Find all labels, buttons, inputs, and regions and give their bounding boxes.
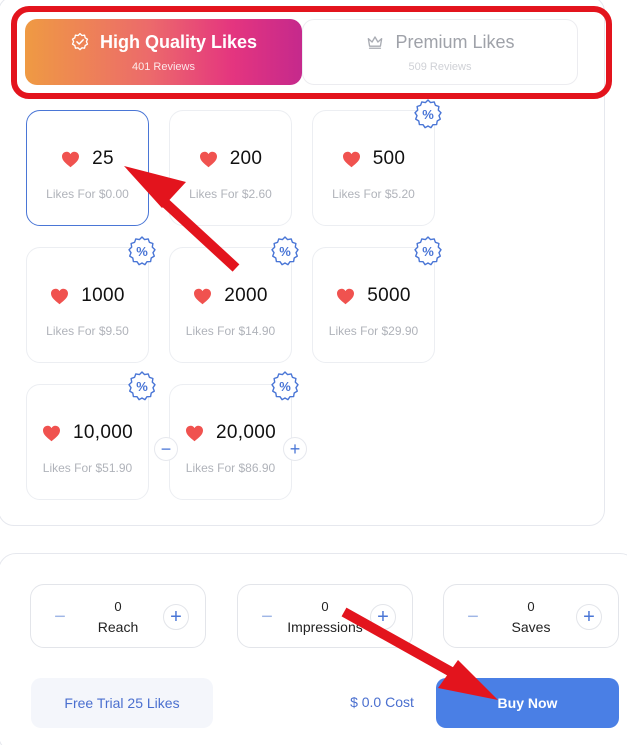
impressions-plus-button[interactable]: + (370, 604, 396, 630)
like-option-price: Likes For $29.90 (328, 324, 419, 338)
discount-badge-icon: % (412, 235, 444, 267)
discount-badge-icon: % (269, 370, 301, 402)
buy-now-button[interactable]: Buy Now (436, 678, 619, 728)
discount-badge-label: % (136, 243, 148, 259)
like-option-quantity: 5000 (367, 285, 411, 306)
like-option-quantity: 20,000 (216, 422, 276, 443)
discount-badge-label: % (279, 243, 291, 259)
quantity-increase-button[interactable]: + (283, 437, 307, 461)
reach-plus-button[interactable]: + (163, 604, 189, 630)
like-option-price: Likes For $2.60 (189, 187, 272, 201)
like-option-quantity: 500 (372, 148, 406, 169)
like-option-1[interactable]: 200 Likes For $2.60 (169, 110, 292, 226)
discount-badge-label: % (422, 243, 434, 259)
counter-impressions: − 0 Impressions + (237, 584, 413, 648)
heart-icon (42, 425, 61, 442)
like-option-quantity: 1000 (81, 285, 125, 306)
free-trial-button[interactable]: Free Trial 25 Likes (31, 678, 213, 728)
heart-icon (336, 288, 355, 305)
discount-badge-label: % (279, 378, 291, 394)
like-option-0[interactable]: 25 Likes For $0.00 (26, 110, 149, 226)
like-option-price: Likes For $0.00 (46, 187, 129, 201)
like-option-price: Likes For $5.20 (332, 187, 415, 201)
heart-icon (199, 151, 218, 168)
saves-plus-button[interactable]: + (576, 604, 602, 630)
like-option-price: Likes For $9.50 (46, 324, 129, 338)
like-option-quantity: 25 (92, 148, 114, 169)
counter-reach: − 0 Reach + (30, 584, 206, 648)
discount-badge-icon: % (126, 235, 158, 267)
discount-badge-icon: % (126, 370, 158, 402)
quantity-decrease-button[interactable]: − (154, 437, 178, 461)
like-option-quantity: 10,000 (73, 422, 133, 443)
like-option-quantity: 200 (229, 148, 263, 169)
annotation-highlight-box (11, 6, 612, 99)
like-option-price: Likes For $14.90 (185, 324, 276, 338)
heart-icon (61, 151, 80, 168)
like-option-quantity: 2000 (224, 285, 268, 306)
counter-saves: − 0 Saves + (443, 584, 619, 648)
heart-icon (185, 425, 204, 442)
discount-badge-label: % (136, 378, 148, 394)
like-option-price: Likes For $51.90 (42, 461, 133, 475)
discount-badge-label: % (422, 106, 434, 122)
heart-icon (50, 288, 69, 305)
heart-icon (342, 151, 361, 168)
heart-icon (193, 288, 212, 305)
discount-badge-icon: % (412, 98, 444, 130)
discount-badge-icon: % (269, 235, 301, 267)
total-cost: $ 0.0 Cost (350, 694, 414, 710)
like-option-price: Likes For $86.90 (185, 461, 276, 475)
